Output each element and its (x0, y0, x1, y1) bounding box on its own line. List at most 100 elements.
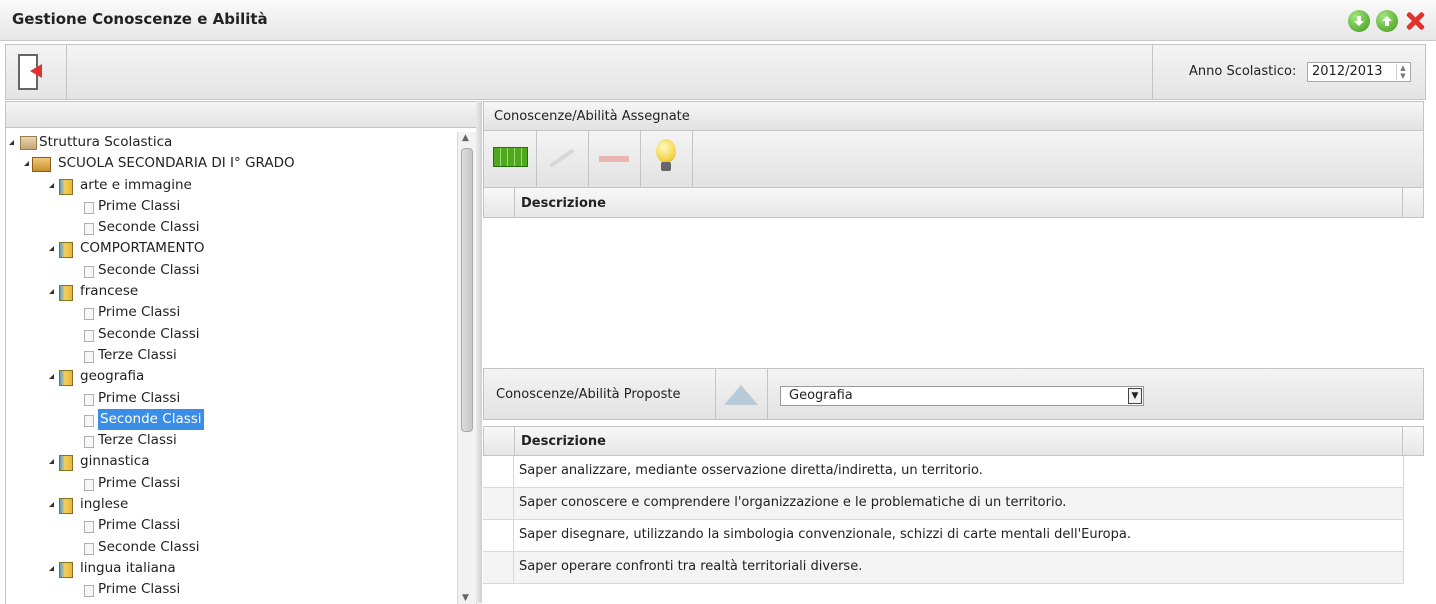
page-icon (84, 436, 94, 449)
tree-node[interactable]: Prime Classi (6, 388, 456, 409)
minus-icon (599, 156, 629, 162)
expand-toggle-icon[interactable] (49, 246, 54, 252)
tree-node[interactable]: Prime Classi (6, 579, 456, 600)
tree-node-label: Seconde Classi (98, 219, 200, 236)
page-icon (84, 521, 94, 534)
spinner-arrows-icon[interactable]: ▲ ▼ (1396, 64, 1409, 80)
tree-scrollbar[interactable]: ▲ ▼ (457, 132, 476, 604)
structure-panel-header (6, 102, 476, 128)
chevron-down-icon[interactable]: ▼ (1128, 388, 1142, 404)
page-icon (84, 393, 94, 406)
tree-node-label: Seconde Classi (98, 538, 200, 555)
book-icon (59, 178, 73, 195)
page-icon (84, 542, 94, 555)
proposed-table-row[interactable]: Saper operare confronti tra realtà terri… (483, 552, 1404, 584)
tree-node-label: SCUOLA SECONDARIA DI I° GRADO (58, 155, 295, 172)
assigned-column-descrizione[interactable]: Descrizione (521, 196, 606, 211)
scroll-down-icon[interactable]: ▼ (462, 593, 469, 603)
assigned-section-title: Conoscenze/Abilità Assegnate (494, 109, 690, 124)
expand-toggle-icon[interactable] (49, 459, 54, 465)
proposed-table-row[interactable]: Saper disegnare, utilizzando la simbolog… (483, 520, 1404, 552)
lightbulb-icon (656, 139, 676, 163)
download-icon[interactable] (1348, 10, 1370, 32)
tree-node-label: francese (80, 283, 139, 300)
suggest-button[interactable] (640, 131, 693, 187)
tree-node[interactable]: Terze Classi (6, 430, 456, 451)
exit-door-icon (18, 54, 42, 90)
tree-node[interactable]: Prime Classi (6, 196, 456, 217)
tree-node[interactable]: Seconde Classi (6, 408, 456, 430)
add-grid-button[interactable] (484, 131, 537, 187)
tree-node[interactable]: SCUOLA SECONDARIA DI I° GRADO (6, 153, 456, 174)
tree-node-label: Seconde Classi (98, 408, 204, 430)
remove-button[interactable] (588, 131, 641, 187)
tree-node-label: Seconde Classi (98, 325, 200, 342)
tree-node[interactable]: Prime Classi (6, 473, 456, 494)
book-icon (59, 455, 73, 472)
close-icon[interactable] (1404, 10, 1426, 32)
window-controls (1348, 10, 1426, 32)
subject-select-value: Geografia (789, 388, 853, 403)
tree-node[interactable]: francese (6, 281, 456, 302)
tree-node-label: COMPORTAMENTO (80, 240, 205, 257)
move-up-button[interactable] (715, 369, 768, 419)
subject-select[interactable]: Geografia ▼ (780, 386, 1144, 406)
tree-node[interactable]: Struttura Scolastica (6, 132, 456, 153)
scroll-up-icon[interactable]: ▲ (462, 133, 469, 143)
scrollbar-thumb[interactable] (461, 148, 473, 432)
grid-add-icon (493, 147, 528, 167)
expand-toggle-icon[interactable] (49, 182, 54, 188)
tree-node-label: arte e immagine (80, 176, 192, 193)
tree-node[interactable]: arte e immagine (6, 175, 456, 196)
tree-node-label: Prime Classi (98, 581, 181, 598)
proposed-table-row[interactable]: Saper analizzare, mediante osservazione … (483, 456, 1404, 488)
exit-button[interactable] (6, 45, 67, 99)
school-icon (32, 157, 51, 173)
triangle-up-icon (724, 385, 758, 405)
tree-node[interactable]: COMPORTAMENTO (6, 238, 456, 259)
tree-node-label: Terze Classi (98, 432, 177, 449)
tree-node[interactable]: Seconde Classi (6, 217, 456, 238)
expand-toggle-icon[interactable] (24, 161, 29, 167)
tree-node[interactable]: Seconde Classi (6, 324, 456, 345)
proposed-column-descrizione[interactable]: Descrizione (521, 434, 606, 449)
main-toolbar: Anno Scolastico: 2012/2013 ▲ ▼ (5, 44, 1426, 100)
window-title: Gestione Conoscenze e Abilità (12, 10, 268, 28)
upload-icon[interactable] (1376, 10, 1398, 32)
tree-node[interactable]: inglese (6, 494, 456, 515)
pencil-icon (549, 148, 575, 168)
tree-node[interactable]: Seconde Classi (6, 537, 456, 558)
tree-node-label: geografia (80, 368, 145, 385)
book-icon (59, 561, 73, 578)
expand-toggle-icon[interactable] (49, 374, 54, 380)
expand-toggle-icon[interactable] (49, 289, 54, 295)
proposed-table-header: Descrizione (483, 426, 1424, 456)
row-description: Saper conoscere e comprendere l'organizz… (519, 495, 1067, 510)
proposed-table-row[interactable]: Saper conoscere e comprendere l'organizz… (483, 488, 1404, 520)
tree-node[interactable]: lingua italiana (6, 558, 456, 579)
page-icon (84, 478, 94, 491)
book-icon (59, 370, 73, 387)
tree-node-label: Prime Classi (98, 389, 181, 406)
page-icon (84, 350, 94, 363)
tree-node[interactable]: Seconde Classi (6, 260, 456, 281)
tree-node[interactable]: Prime Classi (6, 302, 456, 323)
row-description: Saper disegnare, utilizzando la simbolog… (519, 527, 1131, 542)
expand-toggle-icon[interactable] (9, 140, 14, 145)
tree-node[interactable]: geografia (6, 366, 456, 387)
school-year-value: 2012/2013 (1312, 64, 1383, 79)
panel-splitter[interactable] (476, 101, 482, 603)
school-year-label: Anno Scolastico: (1189, 64, 1297, 79)
page-icon (84, 329, 94, 342)
school-year-spinner[interactable]: 2012/2013 ▲ ▼ (1307, 62, 1411, 82)
edit-button[interactable] (536, 131, 589, 187)
expand-toggle-icon[interactable] (49, 502, 54, 508)
expand-toggle-icon[interactable] (49, 565, 54, 571)
proposed-section-label-box: Conoscenze/Abilità Proposte (484, 369, 716, 419)
tree-node[interactable]: Prime Classi (6, 515, 456, 536)
tree-node-label: inglese (80, 496, 129, 513)
window-titlebar: Gestione Conoscenze e Abilità (0, 0, 1436, 41)
page-icon (84, 308, 94, 321)
tree-node[interactable]: Terze Classi (6, 345, 456, 366)
tree-node[interactable]: ginnastica (6, 451, 456, 472)
